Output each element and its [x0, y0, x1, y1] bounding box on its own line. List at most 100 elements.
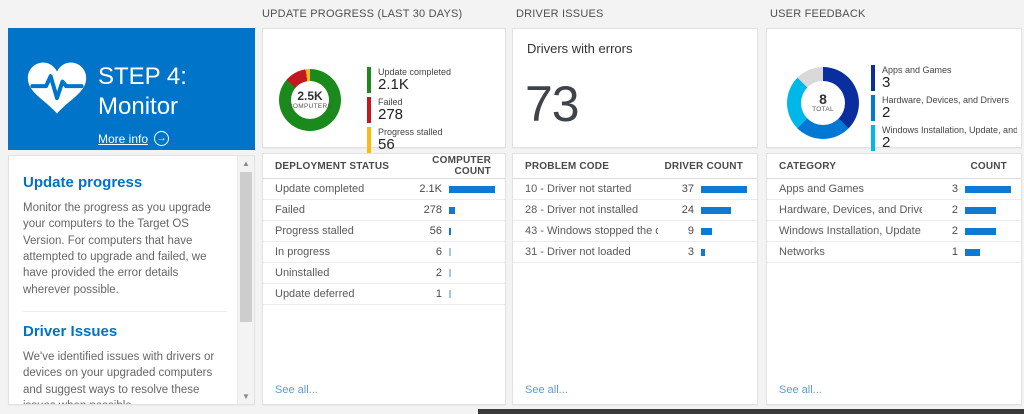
overview-section: Driver Issues We've identified issues wi…	[23, 311, 227, 404]
legend-value: 3	[882, 75, 1017, 91]
donut-center-value: 8	[819, 93, 827, 106]
overview-section-heading: Driver Issues	[23, 323, 227, 340]
update-progress-legend: Update completed 2.1K Failed 278 Progres…	[367, 67, 501, 157]
see-all-link[interactable]: See all...	[275, 384, 318, 396]
table-row[interactable]: In progress 6	[263, 242, 505, 263]
overview-section-heading: Update progress	[23, 174, 227, 191]
row-label: Progress stalled	[275, 225, 406, 237]
row-value: 2	[406, 267, 442, 279]
row-label: Networks	[779, 246, 922, 258]
table-row[interactable]: 43 - Windows stopped the devi... 9	[513, 221, 757, 242]
row-label: Update completed	[275, 183, 406, 195]
table-header: DEPLOYMENT STATUS COMPUTER COUNT	[263, 154, 505, 179]
row-bar	[701, 228, 712, 235]
row-bar-container	[701, 207, 749, 214]
driver-issues-table: 10 - Driver not started 37 28 - Driver n…	[513, 179, 757, 263]
row-value: 3	[922, 183, 958, 195]
row-bar	[449, 186, 495, 193]
section-header-user-feedback: USER FEEDBACK	[770, 8, 866, 20]
update-progress-chart-card: 2.5K COMPUTERS Update completed 2.1K Fai…	[262, 28, 506, 148]
row-label: Hardware, Devices, and Drivers	[779, 204, 922, 216]
row-label: Uninstalled	[275, 267, 406, 279]
row-label: Apps and Games	[779, 183, 922, 195]
column-header-deployment-status: DEPLOYMENT STATUS	[275, 161, 401, 172]
arrow-right-circle-icon: →	[154, 131, 169, 146]
donut-center: 8 TOTAL	[801, 81, 845, 125]
legend-item: Windows Installation, Update, and... 2	[871, 125, 1017, 151]
user-feedback-table-card: CATEGORY COUNT Apps and Games 3 Hardware…	[766, 153, 1022, 405]
scrollbar-thumb[interactable]	[240, 172, 252, 322]
user-feedback-donut-chart[interactable]: 8 TOTAL	[787, 67, 859, 139]
see-all-link[interactable]: See all...	[525, 384, 568, 396]
legend-item: Progress stalled 56	[367, 127, 501, 153]
row-label: 31 - Driver not loaded	[525, 246, 658, 258]
see-all-link[interactable]: See all...	[779, 384, 822, 396]
row-value: 6	[406, 246, 442, 258]
table-header: CATEGORY COUNT	[767, 154, 1021, 179]
row-bar-container	[701, 228, 749, 235]
row-bar-container	[701, 186, 749, 193]
row-value: 1	[922, 246, 958, 258]
scroll-up-icon[interactable]: ▲	[238, 159, 254, 168]
column-header-driver-count: DRIVER COUNT	[653, 161, 749, 172]
table-row[interactable]: 10 - Driver not started 37	[513, 179, 757, 200]
row-value: 278	[406, 204, 442, 216]
row-bar	[701, 207, 731, 214]
legend-item: Apps and Games 3	[871, 65, 1017, 91]
table-row[interactable]: Update deferred 1	[263, 284, 505, 305]
row-bar	[449, 248, 451, 256]
row-value: 9	[658, 225, 694, 237]
row-value: 56	[406, 225, 442, 237]
monitor-dashboard: UPDATE PROGRESS (LAST 30 DAYS) DRIVER IS…	[0, 0, 1024, 414]
row-bar-container	[449, 290, 497, 298]
row-label: In progress	[275, 246, 406, 258]
driver-issues-table-card: PROBLEM CODE DRIVER COUNT 10 - Driver no…	[512, 153, 758, 405]
legend-value: 2	[882, 105, 1017, 121]
row-value: 2.1K	[406, 183, 442, 195]
row-bar	[965, 207, 996, 214]
more-info-link[interactable]: More info →	[98, 131, 169, 146]
update-progress-donut-chart[interactable]: 2.5K COMPUTERS	[279, 69, 341, 131]
row-label: 43 - Windows stopped the devi...	[525, 225, 658, 237]
row-bar-container	[449, 248, 497, 256]
row-bar-container	[965, 207, 1013, 214]
row-label: 10 - Driver not started	[525, 183, 658, 195]
row-bar	[965, 249, 980, 256]
table-row[interactable]: Update completed 2.1K	[263, 179, 505, 200]
row-bar-container	[449, 186, 497, 193]
table-row[interactable]: Uninstalled 2	[263, 263, 505, 284]
heartbeat-heart-icon	[26, 60, 88, 121]
legend-value: 278	[378, 107, 501, 123]
column-header-category: CATEGORY	[779, 161, 917, 172]
row-label: Failed	[275, 204, 406, 216]
table-row[interactable]: Progress stalled 56	[263, 221, 505, 242]
legend-label: Windows Installation, Update, and...	[882, 125, 1017, 135]
row-bar	[449, 269, 451, 277]
scroll-down-icon[interactable]: ▼	[238, 392, 254, 401]
legend-value: 56	[378, 137, 501, 153]
row-value: 2	[922, 225, 958, 237]
table-row[interactable]: Failed 278	[263, 200, 505, 221]
column-header-problem-code: PROBLEM CODE	[525, 161, 653, 172]
scrollbar[interactable]: ▲ ▼	[237, 156, 254, 404]
row-value: 2	[922, 204, 958, 216]
row-bar	[449, 290, 451, 298]
step4-monitor-tile[interactable]: STEP 4: Monitor More info →	[8, 28, 255, 150]
table-row[interactable]: 31 - Driver not loaded 3	[513, 242, 757, 263]
legend-item: Update completed 2.1K	[367, 67, 501, 93]
table-row[interactable]: Hardware, Devices, and Drivers 2	[767, 200, 1021, 221]
table-row[interactable]: 28 - Driver not installed 24	[513, 200, 757, 221]
row-bar-container	[449, 207, 497, 214]
row-label: Update deferred	[275, 288, 406, 300]
row-bar-container	[449, 269, 497, 277]
table-row[interactable]: Windows Installation, Update,... 2	[767, 221, 1021, 242]
table-row[interactable]: Apps and Games 3	[767, 179, 1021, 200]
legend-value: 2	[882, 135, 1017, 151]
row-value: 37	[658, 183, 694, 195]
overview-panel: Update progress Monitor the progress as …	[8, 155, 255, 405]
tile-title: STEP 4: Monitor	[98, 62, 255, 122]
legend-item: Failed 278	[367, 97, 501, 123]
row-bar-container	[965, 249, 1013, 256]
update-progress-table: Update completed 2.1K Failed 278 Progres…	[263, 179, 505, 305]
table-row[interactable]: Networks 1	[767, 242, 1021, 263]
